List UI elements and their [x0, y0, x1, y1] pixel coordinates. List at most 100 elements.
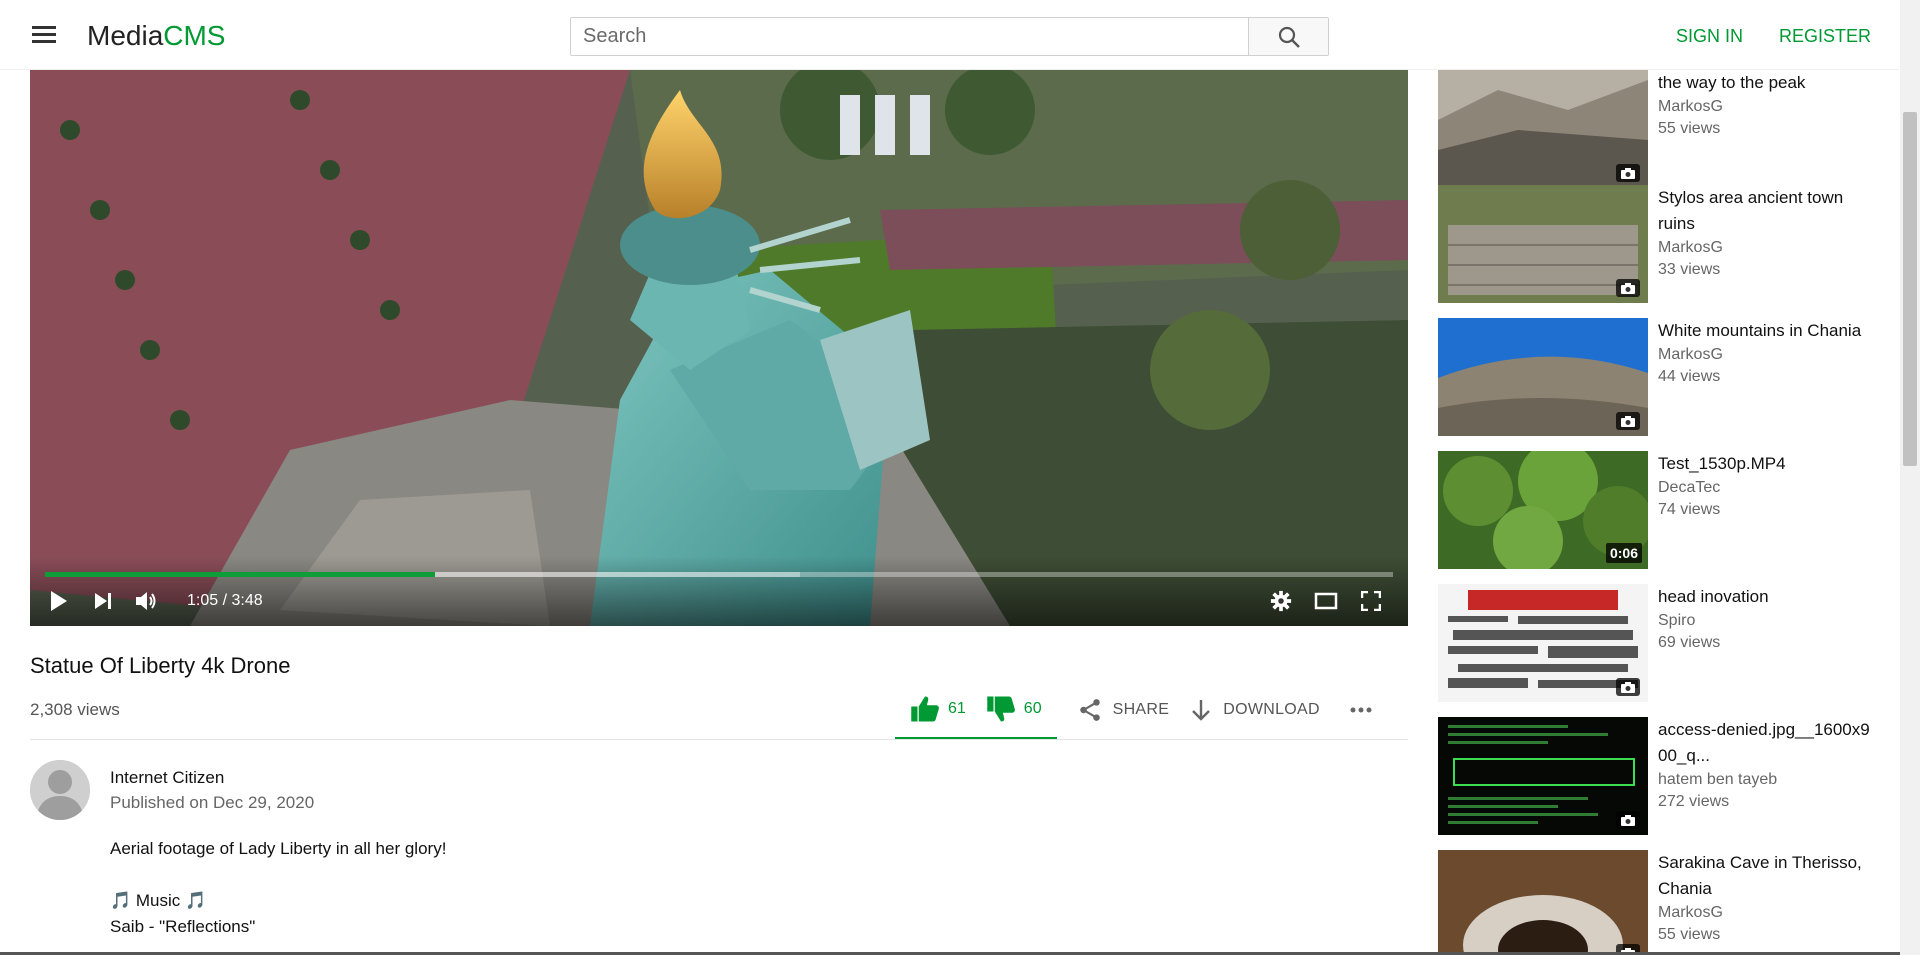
related-item[interactable]: White mountains in Chania MarkosG 44 vie… — [1438, 318, 1878, 438]
search-input[interactable] — [571, 18, 1248, 55]
related-author: DecaTec — [1658, 479, 1721, 496]
dislike-button[interactable]: 60 — [986, 695, 1042, 723]
related-thumbnail — [1438, 318, 1648, 436]
related-title: Test_1530p.MP4 — [1658, 454, 1786, 473]
description-line: Aerial footage of Lady Liberty in all he… — [110, 839, 447, 858]
thumbs-down-icon — [987, 696, 1015, 721]
download-button[interactable]: DOWNLOAD — [1189, 680, 1320, 740]
share-button[interactable]: SHARE — [1077, 680, 1170, 740]
camera-icon — [1616, 678, 1640, 696]
settings-button[interactable] — [1268, 588, 1294, 614]
search-button[interactable] — [1248, 18, 1328, 55]
logo[interactable]: MediaCMS — [87, 20, 226, 52]
search-bar — [570, 17, 1329, 56]
related-views: 74 views — [1658, 501, 1721, 518]
theater-mode-button[interactable] — [1313, 588, 1339, 614]
skip-next-icon — [95, 593, 111, 609]
related-author: Spiro — [1658, 612, 1696, 629]
video-frame — [30, 70, 1408, 626]
time-display: 1:05 / 3:48 — [187, 592, 263, 609]
like-button[interactable]: 61 — [910, 695, 986, 723]
related-thumbnail: 0:06 — [1438, 451, 1648, 569]
dislike-count: 60 — [1023, 699, 1042, 717]
thumbs-up-icon — [911, 696, 939, 721]
related-views: 44 views — [1658, 368, 1721, 385]
related-thumbnail — [1438, 850, 1648, 955]
related-author: MarkosG — [1658, 346, 1723, 363]
related-meta: Stylos area ancient town ruins MarkosG 3… — [1658, 185, 1878, 281]
theater-icon — [1314, 592, 1338, 610]
music-line: 🎵 Music 🎵 — [110, 891, 207, 910]
gear-icon — [1270, 590, 1292, 612]
volume-button[interactable] — [134, 588, 160, 614]
related-item[interactable]: access-denied.jpg__1600x900_q... hatem b… — [1438, 717, 1878, 837]
video-title: Statue Of Liberty 4k Drone — [30, 653, 291, 678]
logo-cms-text: CMS — [163, 20, 226, 51]
video-description: Aerial footage of Lady Liberty in all he… — [110, 836, 446, 940]
scrollbar-thumb[interactable] — [1903, 112, 1917, 466]
video-actions: 61 60 SHARE DOWNLOAD — [895, 680, 1372, 740]
register-button[interactable]: REGISTER — [1779, 26, 1871, 47]
related-title: Stylos area ancient town ruins — [1658, 188, 1844, 233]
divider — [30, 739, 1408, 740]
related-meta: Test_1530p.MP4 DecaTec 74 views — [1658, 451, 1878, 521]
user-silhouette-icon — [30, 760, 90, 820]
related-title: head inovation — [1658, 587, 1769, 606]
player-controls: 1:05 / 3:48 — [30, 556, 1408, 626]
related-views: 55 views — [1658, 120, 1721, 137]
avatar[interactable] — [30, 760, 90, 820]
related-item[interactable]: head inovation Spiro 69 views — [1438, 584, 1878, 704]
menu-icon[interactable] — [30, 22, 58, 48]
related-author: hatem ben tayeb — [1658, 771, 1778, 788]
search-icon — [1278, 26, 1300, 48]
related-item[interactable]: 0:06 Test_1530p.MP4 DecaTec 74 views — [1438, 451, 1878, 571]
camera-icon — [1616, 164, 1640, 182]
camera-icon — [1616, 279, 1640, 297]
video-player[interactable]: 1:05 / 3:48 — [30, 70, 1408, 626]
related-author: MarkosG — [1658, 98, 1723, 115]
related-views: 272 views — [1658, 793, 1730, 810]
related-item[interactable]: Stylos area ancient town ruins MarkosG 3… — [1438, 185, 1878, 305]
play-icon — [51, 591, 67, 611]
volume-icon — [136, 592, 156, 610]
share-label: SHARE — [1112, 701, 1170, 718]
related-meta: White mountains Chania, on the way to th… — [1658, 47, 1878, 140]
camera-icon — [1616, 811, 1640, 829]
related-thumbnail — [1438, 717, 1648, 835]
related-meta: Sarakina Cave in Therisso, Chania Markos… — [1658, 850, 1878, 946]
related-thumbnail — [1438, 185, 1648, 303]
progress-fill — [45, 572, 435, 577]
fullscreen-button[interactable] — [1358, 588, 1384, 614]
music-credit: Saib - "Reflections" — [110, 917, 256, 936]
sign-in-button[interactable]: SIGN IN — [1676, 26, 1743, 47]
related-views: 69 views — [1658, 634, 1721, 651]
like-count: 61 — [948, 699, 966, 717]
play-button[interactable] — [45, 588, 71, 614]
next-button[interactable] — [90, 588, 116, 614]
related-item[interactable]: White mountains Chania, on the way to th… — [1438, 47, 1878, 190]
related-title: Sarakina Cave in Therisso, Chania — [1658, 853, 1862, 898]
related-author: MarkosG — [1658, 904, 1723, 921]
related-thumbnail — [1438, 584, 1648, 702]
page: MediaCMS SIGN IN REGISTER — [0, 0, 1920, 955]
duration-badge: 0:06 — [1605, 543, 1642, 563]
related-title: access-denied.jpg__1600x900_q... — [1658, 720, 1870, 765]
related-author: MarkosG — [1658, 239, 1723, 256]
related-meta: head inovation Spiro 69 views — [1658, 584, 1878, 654]
publish-date: Published on Dec 29, 2020 — [110, 793, 315, 812]
progress-bar[interactable] — [45, 572, 1393, 577]
view-count: 2,308 views — [30, 700, 120, 719]
header: MediaCMS SIGN IN REGISTER — [0, 0, 1899, 70]
more-horizontal-icon — [1350, 707, 1372, 713]
page-scrollbar[interactable] — [1900, 0, 1920, 955]
related-title: White mountains in Chania — [1658, 321, 1862, 340]
download-icon — [1192, 700, 1211, 721]
author-name[interactable]: Internet Citizen — [110, 768, 224, 788]
related-views: 33 views — [1658, 261, 1721, 278]
fullscreen-icon — [1361, 591, 1381, 611]
download-label: DOWNLOAD — [1223, 701, 1320, 718]
more-options-button[interactable] — [1350, 680, 1372, 740]
related-item[interactable]: Sarakina Cave in Therisso, Chania Markos… — [1438, 850, 1878, 955]
related-meta: White mountains in Chania MarkosG 44 vie… — [1658, 318, 1878, 388]
camera-icon — [1616, 412, 1640, 430]
